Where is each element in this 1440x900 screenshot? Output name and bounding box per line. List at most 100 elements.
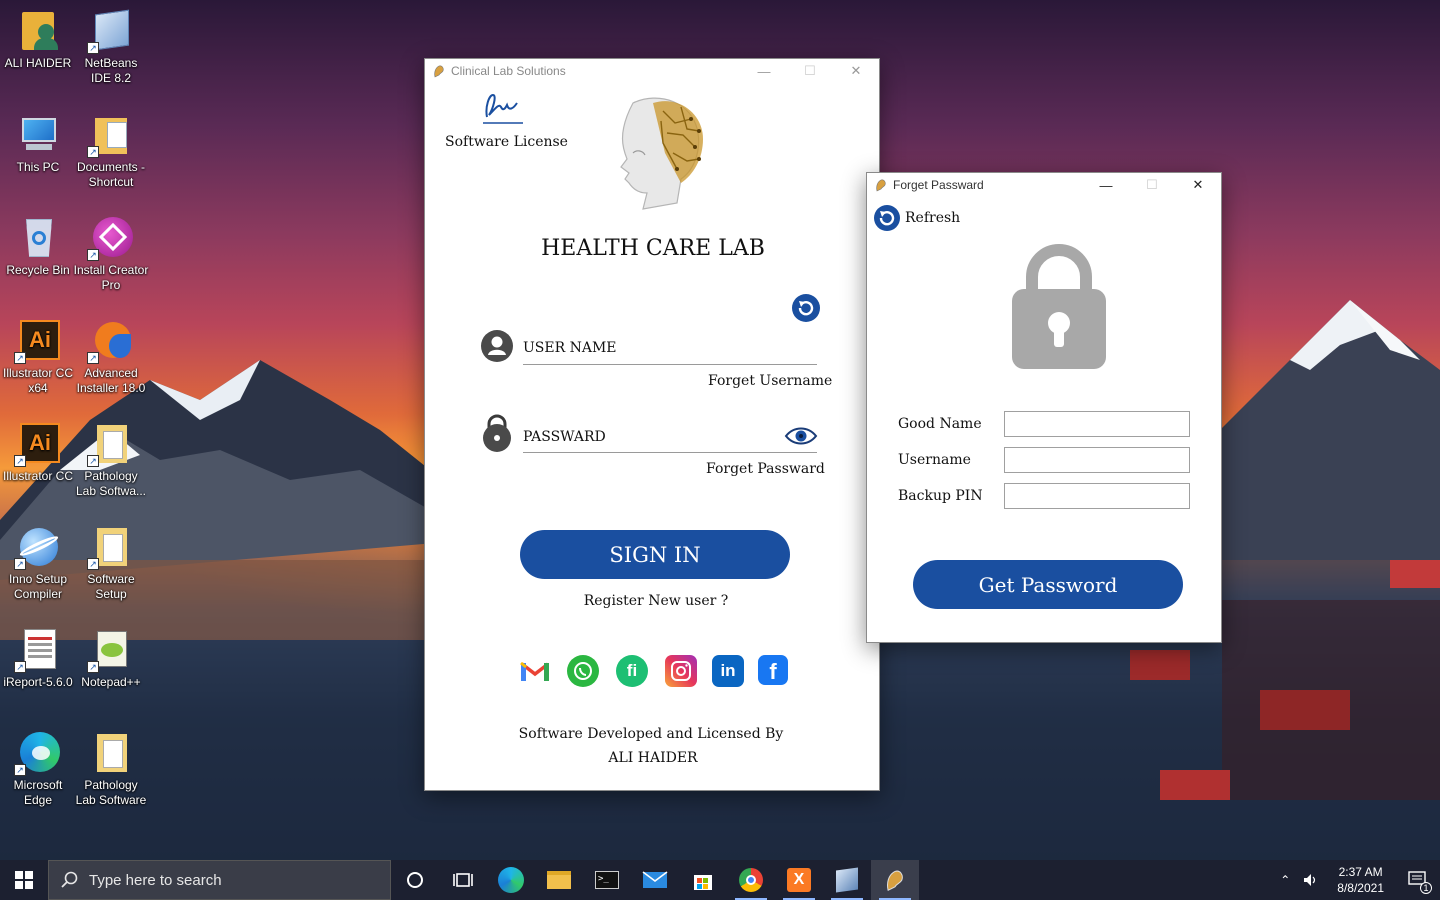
desktop-icon-illustrator-x64[interactable]: Ai ↗ Illustrator CC x64 <box>0 318 76 396</box>
taskbar-store[interactable] <box>679 860 727 900</box>
recycle-bin-icon <box>16 215 60 259</box>
folder-icon <box>547 871 571 889</box>
get-password-button[interactable]: Get Password <box>913 560 1183 609</box>
desktop-icon-label: Pathology Lab Software <box>75 778 147 807</box>
desktop-icon-label: Recycle Bin <box>6 263 70 277</box>
show-password-eye-icon[interactable] <box>784 425 818 447</box>
username-label: Username <box>898 452 971 468</box>
taskbar-netbeans[interactable] <box>823 860 871 900</box>
forget-window-title: Forget Passward <box>893 178 984 192</box>
facebook-icon[interactable]: f <box>758 655 788 685</box>
refresh-icon[interactable] <box>791 293 821 323</box>
close-button[interactable]: ✕ <box>833 59 879 83</box>
good-name-field[interactable] <box>1004 411 1190 437</box>
desktop-icon-label: iReport-5.6.0 <box>3 675 73 689</box>
forget-titlebar[interactable]: Forget Passward — ☐ ✕ <box>867 173 1221 197</box>
desktop-icon-label: ALI HAIDER <box>4 56 72 70</box>
desktop-icon-software-setup[interactable]: ↗ Software Setup <box>73 524 149 602</box>
minimize-button[interactable]: — <box>741 59 787 83</box>
search-icon <box>61 871 78 888</box>
taskbar-xampp[interactable]: X <box>775 860 823 900</box>
illustrator-icon: Ai ↗ <box>14 421 60 467</box>
desktop-icon-label: Microsoft Edge <box>13 778 63 807</box>
login-titlebar[interactable]: Clinical Lab Solutions — ☐ ✕ <box>425 59 879 83</box>
footer-credit: Software Developed and Licensed By <box>518 726 784 742</box>
signature-icon[interactable] <box>481 89 525 127</box>
taskbar-search-box[interactable]: Type here to search <box>48 860 391 900</box>
forget-username-link[interactable]: Forget Username <box>708 373 832 389</box>
maximize-button[interactable]: ☐ <box>1129 173 1175 197</box>
software-license-link[interactable]: Software License <box>445 134 568 150</box>
sign-in-button[interactable]: SIGN IN <box>520 530 790 579</box>
show-hidden-icons-chevron-icon[interactable]: ⌃ <box>1273 860 1297 900</box>
task-view-button[interactable] <box>439 860 487 900</box>
desktop-icon-label: Advanced Installer 18.0 <box>76 366 146 395</box>
computer-icon <box>16 112 60 156</box>
desktop-icon-edge[interactable]: ↗ Microsoft Edge <box>0 730 76 808</box>
advanced-installer-icon: ↗ <box>87 318 133 364</box>
clock-date: 8/8/2021 <box>1337 881 1384 895</box>
taskbar-mail[interactable] <box>631 860 679 900</box>
forget-password-link[interactable]: Forget Passward <box>706 461 825 477</box>
instagram-icon[interactable] <box>665 655 697 687</box>
terminal-icon: >_ <box>595 871 619 889</box>
close-button[interactable]: ✕ <box>1175 173 1221 197</box>
user-folder-icon <box>16 8 60 52</box>
fiverr-icon[interactable]: fi <box>616 655 648 687</box>
app-brain-icon <box>434 65 444 78</box>
install-creator-icon: ↗ <box>87 215 133 261</box>
gmail-icon[interactable] <box>519 655 551 687</box>
whatsapp-icon[interactable] <box>567 655 599 687</box>
backup-pin-field[interactable] <box>1004 483 1190 509</box>
cortana-button[interactable] <box>391 860 439 900</box>
desktop-icon-pathology-lab-2[interactable]: Pathology Lab Software <box>73 730 149 808</box>
login-window-title: Clinical Lab Solutions <box>451 64 566 78</box>
volume-icon[interactable] <box>1297 860 1325 900</box>
taskbar-file-explorer[interactable] <box>535 860 583 900</box>
desktop-icon-advanced-installer[interactable]: ↗ Advanced Installer 18.0 <box>73 318 149 396</box>
page-title: HEALTH CARE LAB <box>541 236 765 261</box>
username-field[interactable] <box>1004 447 1190 473</box>
taskbar-clinical-lab[interactable] <box>871 860 919 900</box>
desktop-icon-label: Install Creator Pro <box>73 263 149 292</box>
xampp-icon: X <box>787 868 811 892</box>
refresh-button[interactable]: Refresh <box>873 204 960 232</box>
search-placeholder: Type here to search <box>89 871 222 889</box>
desktop-icon-inno-setup[interactable]: ↗ Inno Setup Compiler <box>0 524 76 602</box>
start-button[interactable] <box>0 860 48 900</box>
edge-icon: ↗ <box>14 730 60 776</box>
forget-password-window: Forget Passward — ☐ ✕ Refresh Good Name … <box>866 172 1222 643</box>
setup-folder-icon: ↗ <box>87 524 133 570</box>
desktop-icon-ali-haider[interactable]: ALI HAIDER <box>0 8 76 71</box>
desktop-icon-illustrator[interactable]: Ai ↗ Illustrator CC <box>0 421 76 484</box>
desktop-icon-this-pc[interactable]: This PC <box>0 112 76 175</box>
lock-icon <box>483 414 511 452</box>
clock[interactable]: 2:37 AM 8/8/2021 <box>1325 864 1396 896</box>
ai-head-logo <box>620 97 703 210</box>
minimize-button[interactable]: — <box>1083 173 1129 197</box>
desktop-icon-install-creator[interactable]: ↗ Install Creator Pro <box>73 215 149 293</box>
linkedin-icon[interactable]: in <box>712 655 744 687</box>
taskbar-terminal[interactable]: >_ <box>583 860 631 900</box>
taskbar-chrome[interactable] <box>727 860 775 900</box>
register-link[interactable]: Register New user ? <box>425 593 887 609</box>
app-brain-icon <box>876 179 886 192</box>
desktop-icon-notepadpp[interactable]: ↗ Notepad++ <box>73 627 149 690</box>
chrome-icon <box>739 868 763 892</box>
maximize-button[interactable]: ☐ <box>787 59 833 83</box>
username-input[interactable]: USER NAME <box>523 340 617 356</box>
desktop-icon-documents[interactable]: ↗ Documents - Shortcut <box>73 112 149 190</box>
desktop-icon-pathology-lab-1[interactable]: ↗ Pathology Lab Softwa... <box>73 421 149 499</box>
desktop-icon-ireport[interactable]: ↗ iReport-5.6.0 <box>0 627 76 690</box>
notification-center-button[interactable]: 1 <box>1396 860 1440 900</box>
desktop-icon-netbeans[interactable]: ↗ NetBeans IDE 8.2 <box>73 8 149 86</box>
refresh-label: Refresh <box>905 210 961 226</box>
taskbar-edge[interactable] <box>487 860 535 900</box>
cortana-circle-icon <box>407 872 423 888</box>
backup-pin-label: Backup PIN <box>898 488 983 504</box>
padlock-icon <box>1012 244 1106 369</box>
ireport-icon: ↗ <box>14 627 60 673</box>
desktop-icon-recycle-bin[interactable]: Recycle Bin <box>0 215 76 278</box>
task-view-icon <box>453 873 473 887</box>
password-input[interactable]: PASSWARD <box>523 429 606 445</box>
